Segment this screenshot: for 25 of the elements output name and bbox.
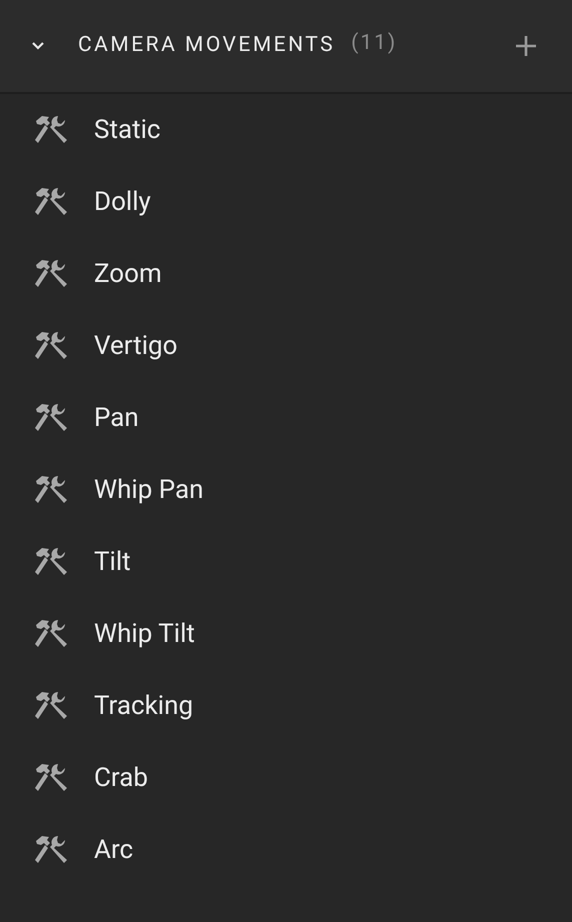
- section-title: CAMERA MOVEMENTS: [78, 32, 336, 60]
- tools-icon: [33, 186, 67, 218]
- item-count: (11): [351, 30, 398, 58]
- tools-icon: [33, 114, 67, 146]
- list-item[interactable]: Whip Pan: [94, 470, 204, 510]
- list-item[interactable]: Pan: [94, 398, 139, 438]
- list-item[interactable]: Dolly: [94, 182, 151, 222]
- list-item[interactable]: Zoom: [94, 254, 162, 294]
- list-item[interactable]: Whip Tilt: [94, 614, 195, 654]
- tools-icon: [33, 762, 67, 794]
- list-item[interactable]: Crab: [94, 758, 148, 798]
- tools-icon: [33, 690, 67, 722]
- list-item[interactable]: Tracking: [94, 686, 194, 726]
- tools-icon: [33, 258, 67, 290]
- tools-icon: [33, 330, 67, 362]
- tools-icon: [33, 618, 67, 650]
- tools-icon: [33, 402, 67, 434]
- list-item[interactable]: Arc: [94, 830, 134, 870]
- add-icon[interactable]: [514, 34, 538, 58]
- tools-icon: [33, 474, 67, 506]
- list-item[interactable]: Tilt: [94, 542, 131, 582]
- list-item[interactable]: Vertigo: [94, 326, 178, 366]
- list-item[interactable]: Static: [94, 110, 161, 150]
- tools-icon: [33, 546, 67, 578]
- tools-icon: [33, 834, 67, 866]
